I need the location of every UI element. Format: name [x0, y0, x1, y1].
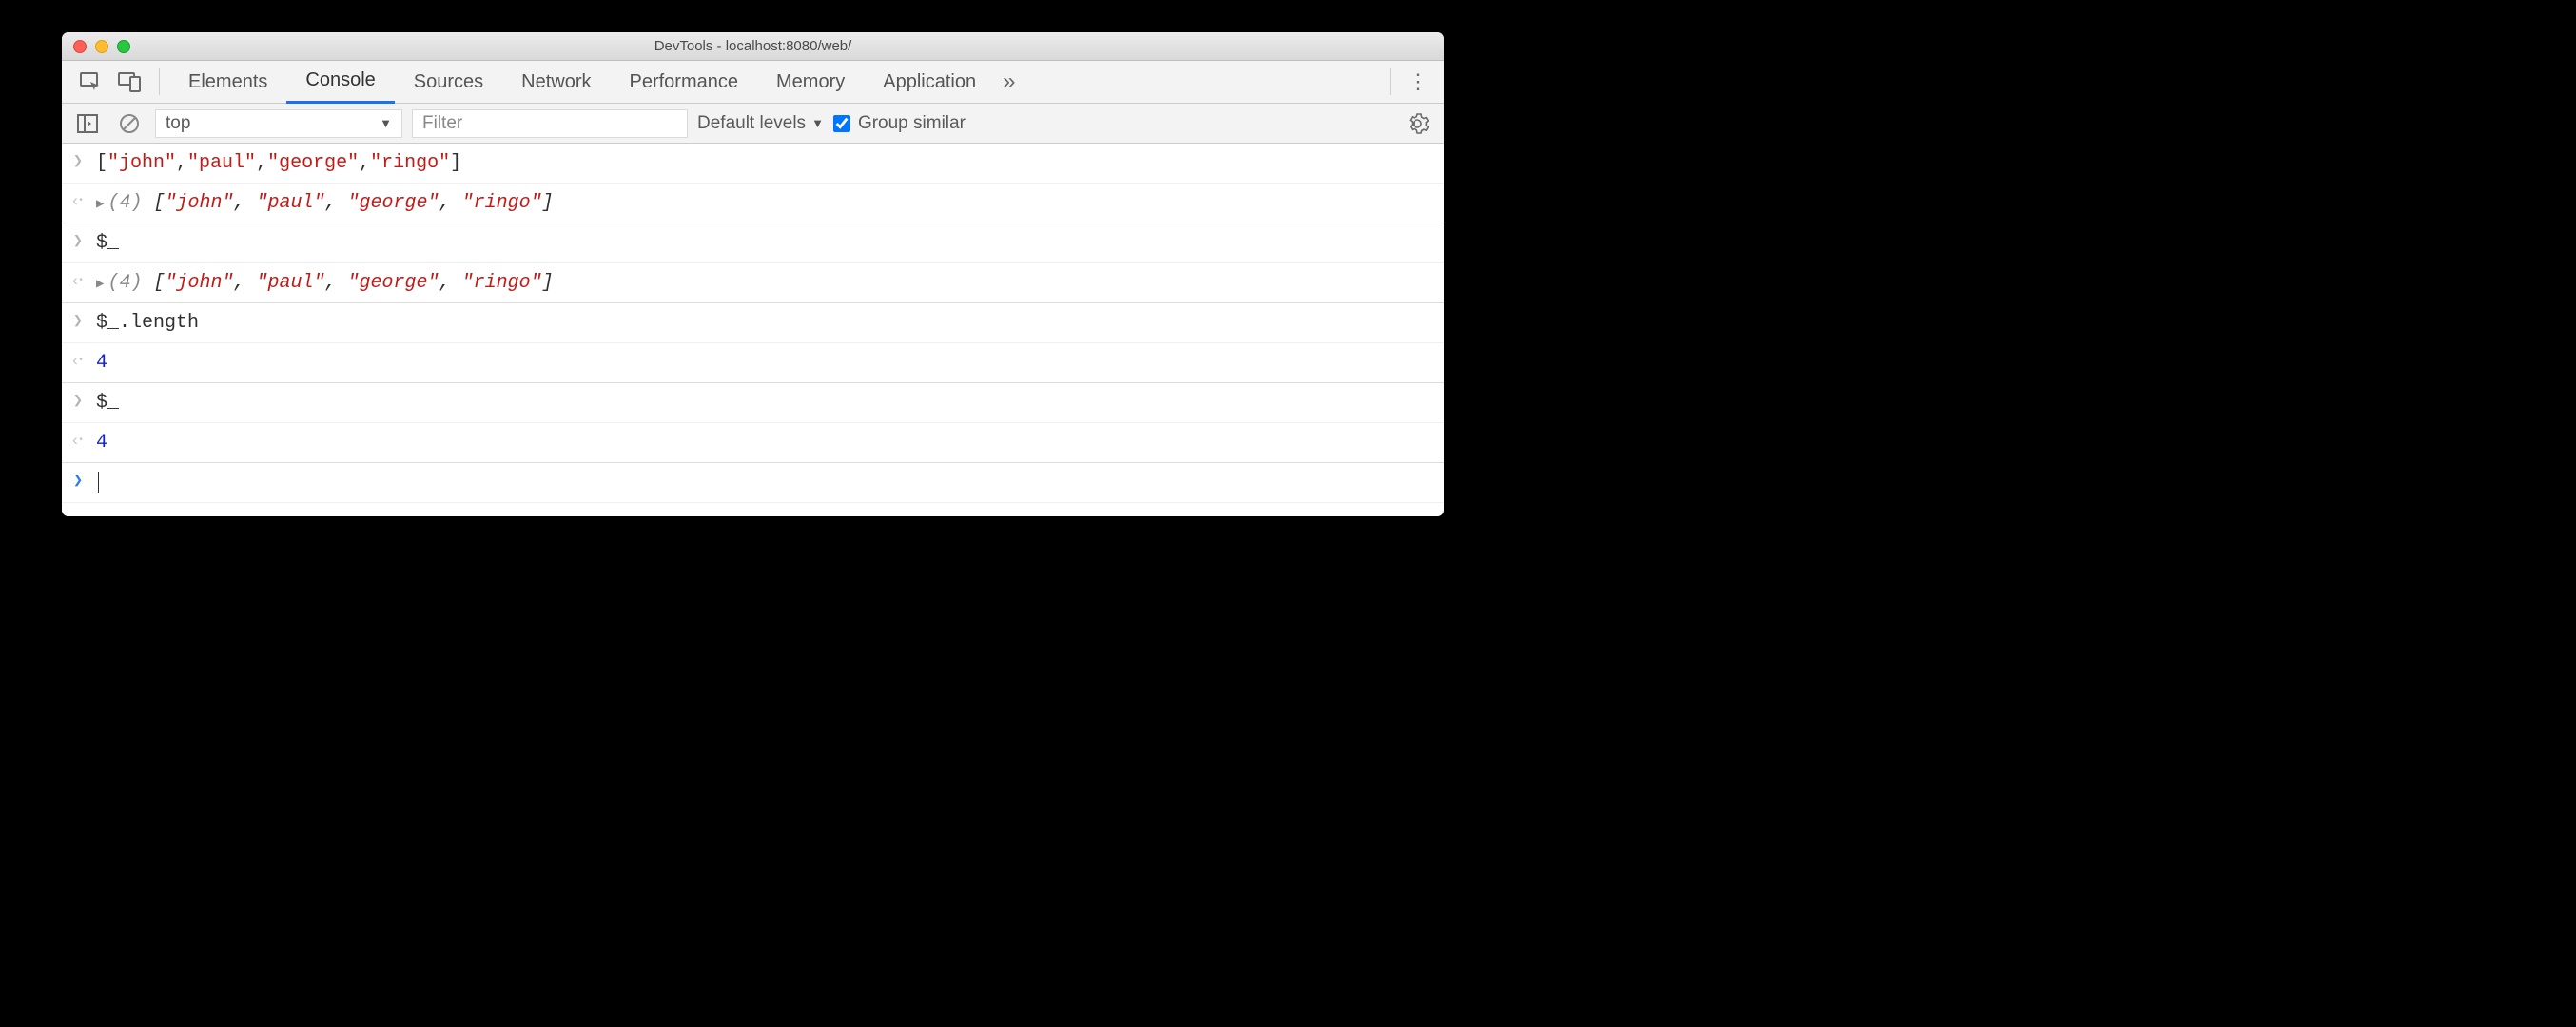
group-similar-checkbox[interactable] — [833, 115, 850, 132]
inspect-element-icon[interactable] — [71, 67, 109, 97]
chevron-down-icon: ▼ — [380, 116, 392, 130]
array-length-hint: (4) — [107, 192, 153, 214]
log-levels-label: Default levels — [697, 113, 806, 134]
console-result-row: ‹• 4 — [62, 423, 1444, 463]
console-result-value: ▶(4) ["john", "paul", "george", "ringo"] — [96, 269, 554, 297]
prompt-chevron-icon: ❯ — [69, 469, 87, 494]
output-chevron-icon: ‹• — [69, 269, 87, 295]
output-chevron-icon: ‹• — [69, 189, 87, 215]
window-controls — [62, 40, 130, 53]
input-chevron-icon: ❯ — [69, 389, 87, 415]
console-result-row: ‹• 4 — [62, 343, 1444, 383]
device-toolbar-icon[interactable] — [109, 67, 149, 97]
console-input-code: $_ — [96, 389, 119, 417]
kebab-menu-icon[interactable]: ⋮ — [1400, 66, 1438, 98]
tab-sources[interactable]: Sources — [395, 61, 502, 104]
console-settings-icon[interactable] — [1400, 110, 1434, 137]
input-chevron-icon: ❯ — [69, 149, 87, 175]
close-window-button[interactable] — [73, 40, 87, 53]
input-chevron-icon: ❯ — [69, 229, 87, 255]
titlebar: DevTools - localhost:8080/web/ — [62, 32, 1444, 61]
toggle-sidebar-icon[interactable] — [71, 112, 104, 135]
number-literal: 4 — [96, 432, 107, 454]
execution-context-select[interactable]: top ▼ — [155, 109, 402, 138]
expand-object-icon[interactable]: ▶ — [96, 277, 107, 292]
console-input-row: ❯ $_ — [62, 223, 1444, 263]
devtools-tabbar: ElementsConsoleSourcesNetworkPerformance… — [62, 61, 1444, 104]
console-input-row: ❯ $_.length — [62, 303, 1444, 343]
tab-network[interactable]: Network — [502, 61, 610, 104]
log-levels-select[interactable]: Default levels ▼ — [697, 113, 824, 134]
divider — [159, 68, 160, 95]
group-similar-label: Group similar — [858, 113, 966, 134]
number-literal: 4 — [96, 352, 107, 374]
zoom-window-button[interactable] — [117, 40, 130, 53]
tab-performance[interactable]: Performance — [611, 61, 758, 104]
console-result-value: ▶(4) ["john", "paul", "george", "ringo"] — [96, 189, 554, 217]
console-result-row: ‹• ▶(4) ["john", "paul", "george", "ringo… — [62, 184, 1444, 223]
chevron-down-icon: ▼ — [811, 116, 824, 130]
console-prompt-row[interactable]: ❯ — [62, 463, 1444, 503]
console-input-code: $_.length — [96, 309, 199, 337]
tab-memory[interactable]: Memory — [757, 61, 864, 104]
tab-console[interactable]: Console — [286, 61, 394, 104]
console-prompt-input[interactable] — [96, 469, 99, 496]
execution-context-label: top — [166, 113, 190, 134]
console-output[interactable]: ❯ ["john","paul","george","ringo"] ‹• ▶(4) … — [62, 144, 1444, 516]
console-input-code: ["john","paul","george","ringo"] — [96, 149, 461, 177]
more-tabs-icon[interactable]: » — [995, 65, 1023, 99]
output-chevron-icon: ‹• — [69, 429, 87, 455]
clear-console-icon[interactable] — [113, 111, 146, 136]
array-length-hint: (4) — [107, 272, 153, 294]
output-chevron-icon: ‹• — [69, 349, 87, 375]
divider — [1390, 68, 1391, 95]
tab-elements[interactable]: Elements — [169, 61, 286, 104]
input-chevron-icon: ❯ — [69, 309, 87, 335]
console-filter-input[interactable] — [412, 109, 688, 138]
console-toolbar: top ▼ Default levels ▼ Group similar — [62, 104, 1444, 144]
console-result-value: 4 — [96, 349, 107, 377]
expand-object-icon[interactable]: ▶ — [96, 197, 107, 212]
console-input-row: ❯ $_ — [62, 383, 1444, 423]
console-input-row: ❯ ["john","paul","george","ringo"] — [62, 144, 1444, 184]
window-title: DevTools - localhost:8080/web/ — [62, 38, 1444, 54]
text-caret — [98, 472, 99, 493]
minimize-window-button[interactable] — [95, 40, 108, 53]
devtools-window: DevTools - localhost:8080/web/ ElementsC… — [62, 32, 1444, 516]
tab-application[interactable]: Application — [864, 61, 995, 104]
console-result-row: ‹• ▶(4) ["john", "paul", "george", "ringo… — [62, 263, 1444, 303]
console-result-value: 4 — [96, 429, 107, 456]
console-input-code: $_ — [96, 229, 119, 257]
group-similar-toggle[interactable]: Group similar — [833, 113, 966, 134]
